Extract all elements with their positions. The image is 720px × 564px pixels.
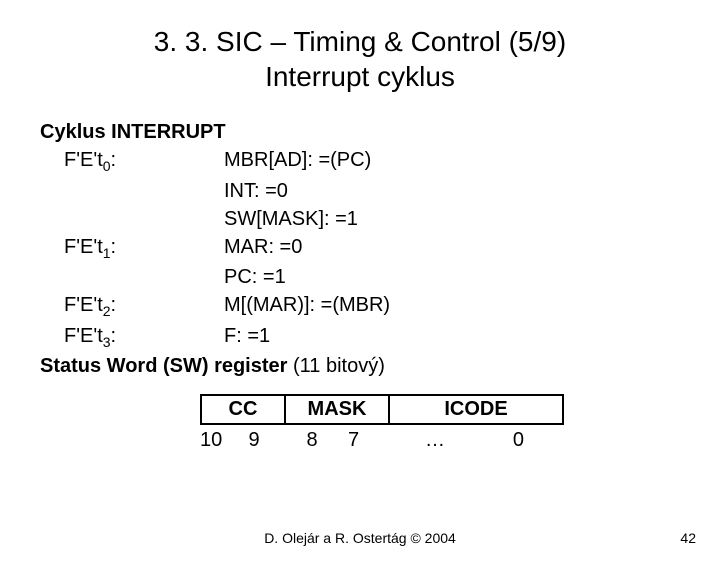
status-word-line: Status Word (SW) register (11 bitový): [40, 352, 720, 380]
bit-9: 9: [232, 429, 276, 452]
reg-mask-cell: MASK: [285, 395, 389, 424]
bit-labels: 10 9 8 7 … 0: [200, 429, 720, 452]
reg-icode-cell: ICODE: [389, 395, 563, 424]
footer: D. Olejár a R. Ostertág © 2004 42: [0, 530, 720, 546]
sw-normal-text: (11 bitový): [293, 355, 385, 377]
row-label-post: :: [111, 236, 117, 258]
row-rhs: SW[MASK]: =1: [224, 205, 358, 233]
row-rhs: F: =1: [224, 322, 270, 353]
section-heading: Cyklus INTERRUPT: [40, 118, 720, 146]
cycle-row: INT: =0: [40, 177, 720, 205]
content-block: Cyklus INTERRUPT F'E't0: MBR[AD]: =(PC) …: [40, 118, 720, 380]
row-label-sub: 2: [103, 303, 111, 319]
row-label-sub: 1: [103, 245, 111, 261]
cycle-row: F'E't0: MBR[AD]: =(PC): [40, 146, 720, 177]
bit-8: 8: [276, 429, 348, 452]
row-rhs: MAR: =0: [224, 233, 302, 264]
row-label-pre: F'E't: [64, 236, 103, 258]
bit-10: 10: [200, 429, 232, 452]
title-line-2: Interrupt cyklus: [265, 61, 455, 92]
cycle-row: SW[MASK]: =1: [40, 205, 720, 233]
page-number: 42: [680, 530, 696, 546]
bit-0: 0: [474, 429, 524, 452]
cycle-row: F'E't2: M[(MAR)]: =(MBR): [40, 291, 720, 322]
row-rhs: M[(MAR)]: =(MBR): [224, 291, 390, 322]
register-table: CC MASK ICODE: [200, 394, 564, 425]
cycle-row: F'E't3: F: =1: [40, 322, 720, 353]
row-label-pre: F'E't: [64, 149, 103, 171]
sw-bold-text: Status Word (SW) register: [40, 355, 293, 377]
row-rhs: PC: =1: [224, 263, 286, 291]
row-label-pre: F'E't: [64, 325, 103, 347]
row-label-pre: F'E't: [64, 294, 103, 316]
bit-7: 7: [348, 429, 396, 452]
cycle-row: F'E't1: MAR: =0: [40, 233, 720, 264]
bit-dots: …: [396, 429, 474, 452]
row-label-post: :: [111, 325, 117, 347]
row-label-sub: 0: [103, 158, 111, 174]
row-label-post: :: [111, 149, 117, 171]
register-diagram: CC MASK ICODE 10 9 8 7 … 0: [200, 394, 720, 452]
row-rhs: INT: =0: [224, 177, 288, 205]
footer-text: D. Olejár a R. Ostertág © 2004: [0, 530, 720, 546]
row-label-sub: 3: [103, 334, 111, 350]
row-label-post: :: [111, 294, 117, 316]
reg-cc-cell: CC: [201, 395, 285, 424]
row-rhs: MBR[AD]: =(PC): [224, 146, 371, 177]
title-line-1: 3. 3. SIC – Timing & Control (5/9): [154, 26, 566, 57]
cycle-row: PC: =1: [40, 263, 720, 291]
